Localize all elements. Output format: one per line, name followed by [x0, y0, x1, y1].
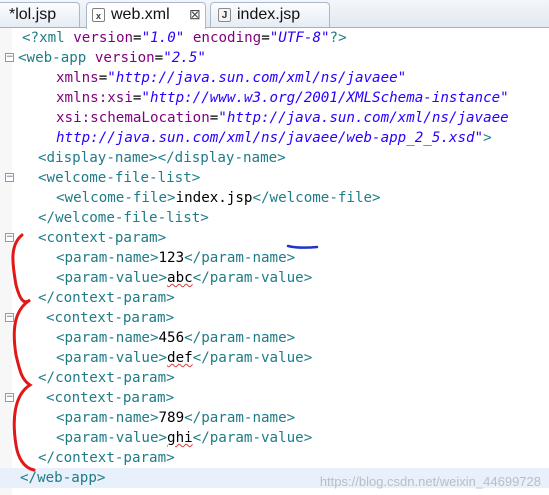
code-line: xmlns:xsi="http://www.w3.org/2001/XMLSch…: [56, 90, 509, 106]
tab-label: web.xml: [111, 6, 170, 23]
editor-ruler: [0, 28, 12, 495]
code-line: <param-value>ghi</param-value>: [56, 430, 313, 446]
code-line: <welcome-file-list>: [38, 170, 201, 186]
code-line: <context-param>: [46, 310, 175, 326]
fold-toggle-icon[interactable]: −: [5, 233, 14, 242]
code-line: xmlns="http://java.sun.com/xml/ns/javaee…: [56, 70, 407, 86]
code-line: <param-name>123</param-name>: [56, 250, 296, 266]
code-line: </context-param>: [38, 450, 175, 466]
tab-index-jsp[interactable]: J index.jsp: [210, 2, 330, 27]
editor-tab-bar: *lol.jsp x web.xml ⊠ J index.jsp: [0, 0, 549, 29]
tab-label: *lol.jsp: [9, 6, 57, 23]
code-line: <param-name>789</param-name>: [56, 410, 296, 426]
code-line: http://java.sun.com/xml/ns/javaee/web-ap…: [56, 130, 492, 146]
tab-web-xml[interactable]: x web.xml ⊠: [86, 2, 206, 29]
close-tab-icon[interactable]: ⊠: [189, 3, 201, 26]
code-line: <welcome-file>index.jsp</welcome-file>: [56, 190, 381, 206]
code-line: </welcome-file-list>: [38, 210, 209, 226]
code-line: <?xml version="1.0" encoding="UTF-8"?>: [22, 30, 347, 46]
fold-toggle-icon[interactable]: −: [5, 393, 14, 402]
fold-toggle-icon[interactable]: −: [5, 53, 14, 62]
jsp-file-icon: J: [218, 8, 231, 22]
code-line: <display-name></display-name>: [38, 150, 286, 166]
watermark: https://blog.csdn.net/weixin_44699728: [319, 474, 541, 489]
fold-toggle-icon[interactable]: −: [5, 313, 14, 322]
tab-label: index.jsp: [237, 6, 301, 23]
code-line: </context-param>: [38, 290, 175, 306]
code-line: <web-app version="2.5": [18, 50, 206, 66]
red-bracket-annotation: [11, 233, 36, 472]
code-line: xsi:schemaLocation="http://java.sun.com/…: [56, 110, 509, 126]
code-line: <context-param>: [38, 230, 167, 246]
code-line: <param-value>abc</param-value>: [56, 270, 313, 286]
xml-file-icon: x: [92, 8, 105, 22]
tab-lol-jsp[interactable]: *lol.jsp: [0, 2, 80, 27]
code-line: <param-name>456</param-name>: [56, 330, 296, 346]
code-line: <param-value>def</param-value>: [56, 350, 313, 366]
fold-toggle-icon[interactable]: −: [5, 173, 14, 182]
code-line: </context-param>: [38, 370, 175, 386]
code-line: <context-param>: [46, 390, 175, 406]
